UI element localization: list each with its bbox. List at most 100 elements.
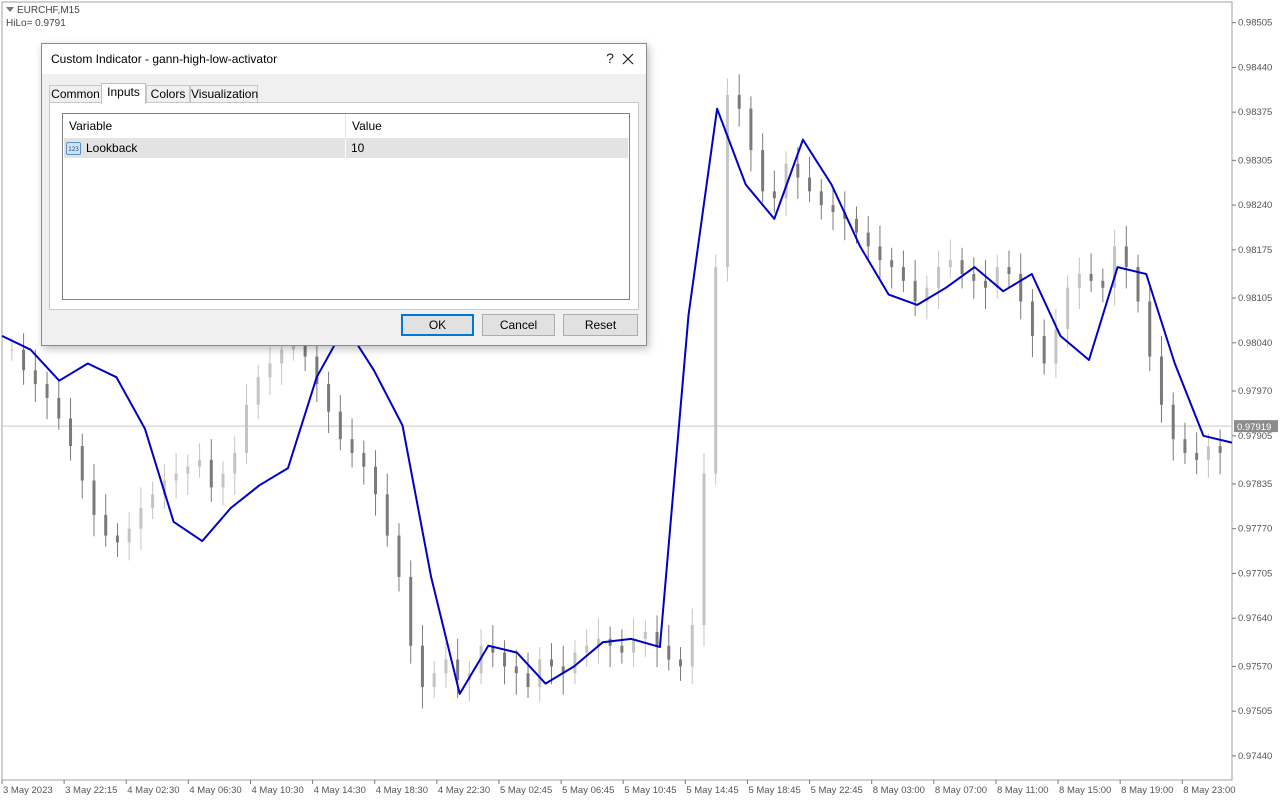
- x-tick-label: 5 May 06:45: [562, 785, 614, 796]
- x-tick-label: 4 May 06:30: [189, 785, 241, 796]
- candle-body: [22, 349, 26, 371]
- x-tick-label: 4 May 18:30: [376, 785, 428, 796]
- candle-body: [901, 267, 905, 281]
- candle-body: [573, 652, 577, 674]
- candle-body: [186, 466, 190, 474]
- x-tick-label: 3 May 22:15: [65, 785, 117, 796]
- candle-body: [1124, 246, 1128, 268]
- candle-body: [866, 232, 870, 247]
- x-tick-label: 5 May 18:45: [748, 785, 800, 796]
- x-tick-label: 5 May 10:45: [624, 785, 676, 796]
- y-tick-label: 0.97640: [1238, 613, 1272, 624]
- candle-body: [104, 514, 108, 536]
- candle-body: [69, 418, 73, 447]
- candle-body: [725, 94, 729, 268]
- x-tick-label: 8 May 23:00: [1183, 785, 1235, 796]
- x-tick-label: 5 May 02:45: [500, 785, 552, 796]
- candle-body: [796, 163, 800, 178]
- y-tick-label: 0.97505: [1238, 706, 1272, 717]
- candle-body: [233, 452, 237, 474]
- y-tick-label: 0.98440: [1238, 62, 1272, 73]
- candle-body: [643, 631, 647, 639]
- x-tick-label: 3 May 2023: [3, 785, 53, 796]
- y-tick-label: 0.97705: [1238, 568, 1272, 579]
- y-tick-label: 0.98040: [1238, 338, 1272, 349]
- close-icon: [622, 53, 634, 65]
- candle-body: [878, 246, 882, 261]
- parameter-row[interactable]: 123 Lookback 10: [64, 139, 628, 158]
- indicator-readout: HiLo= 0.9791: [6, 18, 66, 29]
- inputs-panel: Variable Value 123 Lookback 10: [49, 102, 639, 310]
- candle-body: [221, 473, 225, 488]
- candle-body: [1054, 329, 1058, 364]
- candle-body: [1007, 267, 1011, 274]
- candle-body: [174, 473, 178, 481]
- candle-body: [1077, 273, 1081, 288]
- parameter-variable: Lookback: [86, 141, 138, 155]
- chart-header: EURCHF,M15 HiLo= 0.9791: [6, 4, 80, 30]
- y-tick-label: 0.97970: [1238, 386, 1272, 397]
- candle-body: [80, 446, 84, 481]
- dialog-titlebar[interactable]: Custom Indicator - gann-high-low-activat…: [42, 44, 646, 74]
- candle-body: [362, 452, 366, 467]
- candle-body: [808, 177, 812, 192]
- candle-body: [374, 466, 378, 495]
- candle-body: [749, 108, 753, 151]
- x-tick-label: 8 May 15:00: [1059, 785, 1111, 796]
- candle-body: [92, 480, 96, 515]
- candle-body: [655, 631, 659, 646]
- parameter-value[interactable]: 10: [351, 141, 364, 155]
- candle-body: [679, 659, 683, 667]
- symbol-label: EURCHF,M15: [17, 5, 80, 16]
- close-button[interactable]: [612, 46, 644, 72]
- candle-body: [948, 260, 952, 268]
- candle-body: [338, 411, 342, 440]
- column-header-value[interactable]: Value: [346, 114, 622, 138]
- candle-body: [198, 459, 202, 467]
- candle-body: [57, 397, 61, 419]
- cancel-button[interactable]: Cancel: [482, 314, 555, 336]
- candle-body: [1171, 404, 1175, 440]
- reset-button[interactable]: Reset: [563, 314, 638, 336]
- candle-body: [115, 535, 119, 543]
- candle-body: [327, 384, 331, 412]
- y-tick-label: 0.98105: [1238, 293, 1272, 304]
- y-tick-label: 0.98375: [1238, 107, 1272, 118]
- candle-body: [702, 473, 706, 626]
- candle-body: [1206, 446, 1210, 460]
- candle-body: [761, 150, 765, 192]
- candle-body: [45, 384, 49, 398]
- integer-param-icon: 123: [66, 142, 81, 155]
- candle-body: [526, 673, 530, 688]
- candle-body: [514, 666, 518, 674]
- candle-body: [737, 94, 741, 109]
- y-tick-label: 0.97440: [1238, 751, 1272, 762]
- y-tick-label: 0.97835: [1238, 479, 1272, 490]
- current-price-label: 0.97919: [1237, 422, 1271, 433]
- tab-colors[interactable]: Colors: [146, 85, 190, 103]
- candle-body: [350, 439, 354, 453]
- candle-body: [33, 370, 37, 385]
- candle-body: [409, 576, 413, 646]
- y-tick-label: 0.98240: [1238, 200, 1272, 211]
- column-header-variable[interactable]: Variable: [63, 114, 339, 138]
- candle-body: [10, 349, 14, 351]
- candle-body: [420, 645, 424, 688]
- candle-body: [139, 508, 143, 529]
- tab-visualization[interactable]: Visualization: [190, 85, 258, 103]
- candle-body: [819, 191, 823, 206]
- ok-button[interactable]: OK: [401, 314, 474, 336]
- x-tick-label: 4 May 02:30: [127, 785, 179, 796]
- candle-body: [1218, 446, 1222, 453]
- candle-body: [714, 267, 718, 474]
- collapse-triangle-icon[interactable]: [6, 7, 14, 12]
- candle-body: [984, 280, 988, 288]
- tab-inputs[interactable]: Inputs: [101, 83, 146, 104]
- x-tick-label: 8 May 11:00: [997, 785, 1049, 796]
- candle-body: [1019, 273, 1023, 302]
- candle-body: [244, 404, 248, 453]
- y-tick-label: 0.98305: [1238, 155, 1272, 166]
- candle-body: [1195, 452, 1199, 460]
- candle-body: [151, 494, 155, 509]
- tab-common[interactable]: Common: [49, 85, 102, 103]
